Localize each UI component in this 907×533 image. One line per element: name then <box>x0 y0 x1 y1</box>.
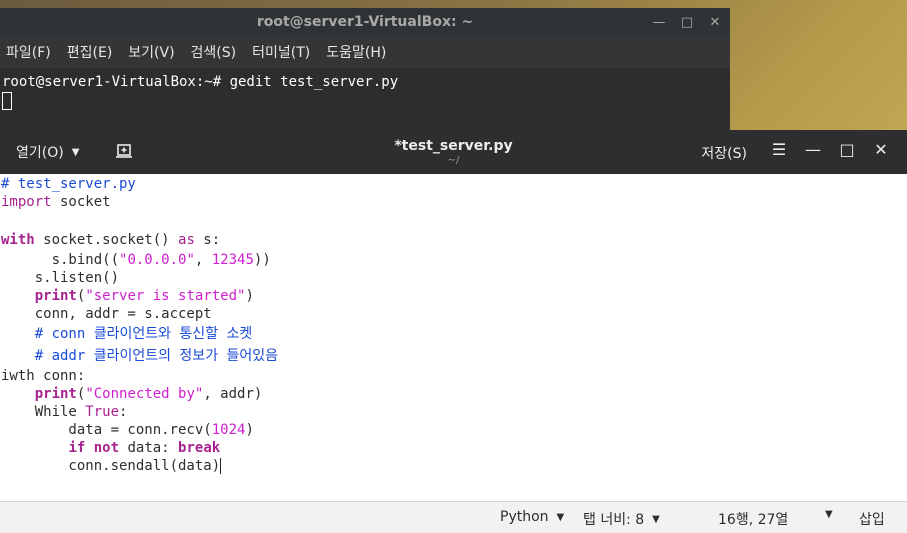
code-line: print("server is started") <box>34 288 254 304</box>
status-bar: Python ▼ 탭 너비: 8 ▼ 16행, 27열 ▼ 삽입 <box>0 501 907 533</box>
terminal-titlebar[interactable]: root@server1-VirtualBox: ~ — □ ✕ <box>0 8 730 36</box>
code-line: # conn 클라이언트와 통신할 소켓 <box>34 326 253 342</box>
insert-mode-label: 삽입 <box>859 512 885 528</box>
close-icon[interactable]: ✕ <box>873 140 889 159</box>
gedit-headerbar[interactable]: 열기(O) ▼ *test_server.py ~/ 저장(S) ☰ — □ ✕ <box>0 130 907 174</box>
chevron-down-icon: ▼ <box>652 513 660 525</box>
code-line: s.bind(("0.0.0.0", 12345)) <box>1 252 271 268</box>
terminal-cursor <box>2 92 12 110</box>
terminal-title: root@server1-VirtualBox: ~ <box>256 14 474 30</box>
tab-width-label: 탭 너비: 8 <box>583 512 645 528</box>
insert-mode[interactable]: 삽입 <box>859 509 885 529</box>
menu-file[interactable]: 파일(F) <box>6 42 51 62</box>
cursor-position[interactable]: 16행, 27열 <box>718 509 788 529</box>
minimize-icon[interactable]: — <box>652 15 666 30</box>
close-icon[interactable]: ✕ <box>708 15 722 30</box>
gedit-window[interactable]: 열기(O) ▼ *test_server.py ~/ 저장(S) ☰ — □ ✕… <box>0 130 907 533</box>
code-line: data = conn.recv(1024) <box>1 422 254 438</box>
code-line: conn, addr = s.accept <box>1 306 212 322</box>
menu-help[interactable]: 도움말(H) <box>326 42 386 62</box>
code-line: While True: <box>1 404 128 420</box>
code-line: import socket <box>1 194 111 210</box>
maximize-icon[interactable]: □ <box>839 140 855 159</box>
text-cursor <box>220 458 222 474</box>
terminal-command-line: root@server1-VirtualBox:~# gedit test_se… <box>2 74 399 90</box>
language-label: Python <box>500 509 549 525</box>
menu-edit[interactable]: 편집(E) <box>67 42 113 62</box>
language-selector[interactable]: Python ▼ <box>500 509 564 525</box>
cursor-position-label: 16행, 27열 <box>718 512 789 528</box>
tab-width-selector[interactable]: 탭 너비: 8 ▼ <box>583 509 660 529</box>
code-line: if not data: break <box>68 440 221 456</box>
code-line: conn.sendall(data) <box>1 458 222 474</box>
code-line: s.listen() <box>1 270 120 286</box>
terminal-output[interactable]: root@server1-VirtualBox:~# gedit test_se… <box>0 68 730 110</box>
menu-terminal[interactable]: 터미널(T) <box>252 42 310 62</box>
code-line: iwth conn: <box>1 368 86 384</box>
menu-view[interactable]: 보기(V) <box>128 42 174 62</box>
chevron-down-icon: ▼ <box>825 509 833 520</box>
code-line: with socket.socket() as s: <box>1 232 221 248</box>
terminal-window[interactable]: root@server1-VirtualBox: ~ — □ ✕ 파일(F) 편… <box>0 8 730 148</box>
save-button[interactable]: 저장(S) <box>701 143 747 163</box>
chevron-down-icon: ▼ <box>556 511 565 523</box>
code-line: # test_server.py <box>1 176 136 192</box>
terminal-menubar: 파일(F) 편집(E) 보기(V) 검색(S) 터미널(T) 도움말(H) <box>0 36 730 68</box>
minimize-icon[interactable]: — <box>805 140 821 159</box>
maximize-icon[interactable]: □ <box>680 15 694 30</box>
menu-search[interactable]: 검색(S) <box>191 42 237 62</box>
hamburger-menu-icon[interactable]: ☰ <box>771 140 787 159</box>
position-menu-button[interactable]: ▼ <box>825 509 833 520</box>
code-editor[interactable]: # test_server.py import socket with sock… <box>0 174 907 503</box>
code-line: print("Connected by", addr) <box>34 386 263 402</box>
code-line: # addr 클라이언트의 정보가 들어있음 <box>34 348 279 364</box>
